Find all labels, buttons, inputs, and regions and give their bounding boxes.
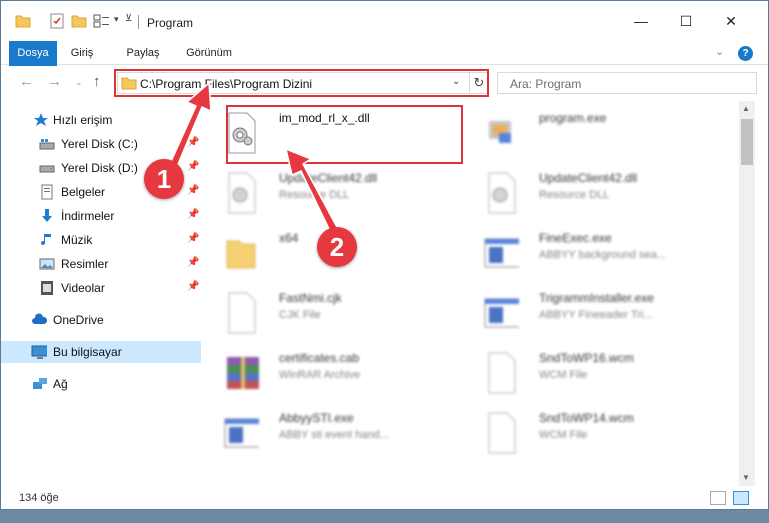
explorer-window: ▾ ⊻ Program — ☐ ✕ Dosya Giriş Paylaş Gör…: [0, 0, 769, 510]
arrow-2: [284, 147, 340, 235]
step-badge-2: 2: [317, 227, 357, 267]
annotation-arrows: [168, 81, 340, 235]
step-badge-1: 1: [144, 159, 184, 199]
arrow-1: [168, 81, 212, 170]
